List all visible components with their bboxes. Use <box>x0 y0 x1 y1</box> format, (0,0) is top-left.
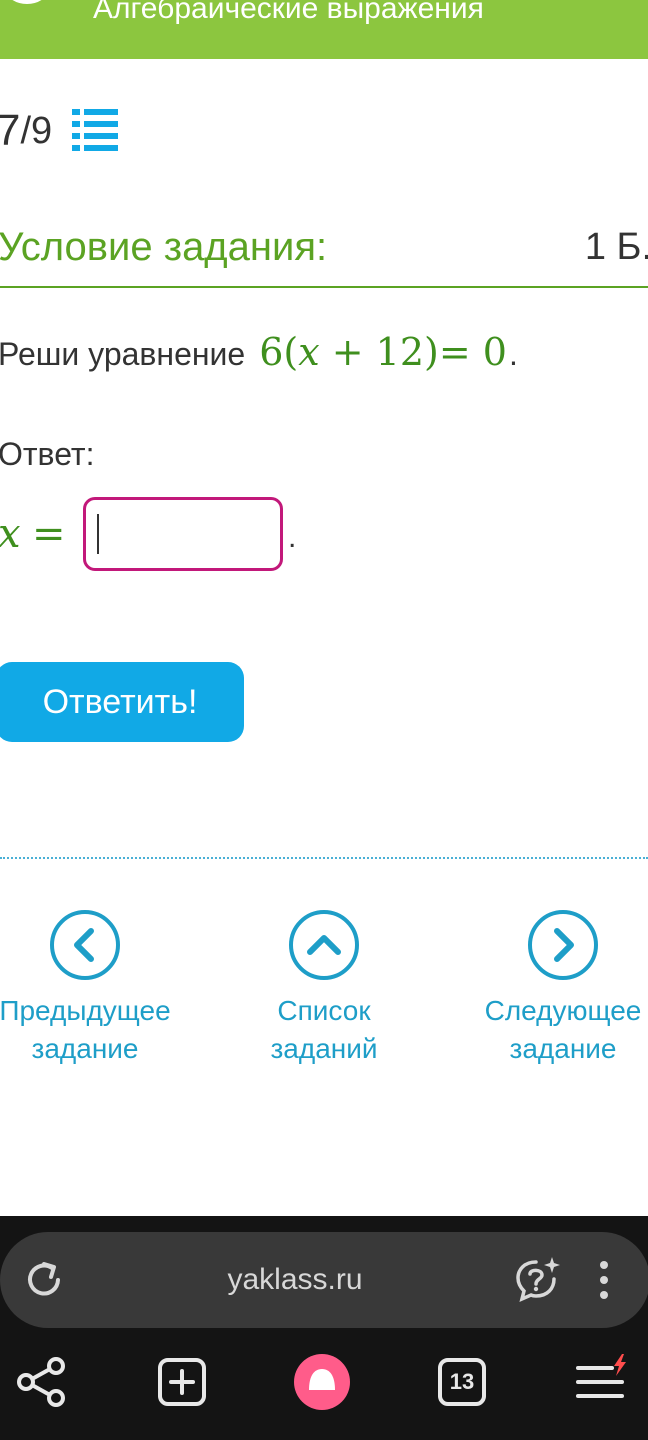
new-tab-icon[interactable] <box>154 1354 210 1410</box>
share-icon[interactable] <box>14 1354 70 1410</box>
previous-task-link[interactable]: Предыдущее задание <box>0 908 185 1068</box>
task-list-icon[interactable] <box>72 109 119 153</box>
check-circle-icon <box>12 0 42 4</box>
alice-home-icon[interactable] <box>292 1352 352 1412</box>
url-text[interactable]: yaklass.ru <box>0 1260 590 1300</box>
equation-equals: = <box>438 330 483 374</box>
problem-period: . <box>508 336 518 372</box>
equation-var: x <box>298 330 320 374</box>
answer-row: x = . <box>0 496 398 572</box>
task-progress: 7 /9 <box>0 104 119 158</box>
equation-coef: 6 <box>259 330 284 374</box>
task-points: 1 Б. <box>584 226 648 268</box>
chevron-left-circle-icon <box>50 910 120 980</box>
equation-plus: + <box>319 330 376 374</box>
prev-line1: Предыдущее <box>0 995 171 1026</box>
submit-answer-button[interactable]: Ответить! <box>0 662 244 742</box>
answer-input[interactable] <box>83 497 283 571</box>
task-condition-header: Условие задания: 1 Б. <box>0 222 648 288</box>
answer-equals: = <box>32 511 66 557</box>
top-header: Алгебраические выражения <box>0 0 648 59</box>
list-line2: заданий <box>270 1033 378 1064</box>
chevron-right-circle-icon <box>528 910 598 980</box>
text-caret <box>97 514 99 554</box>
prev-line2: задание <box>31 1033 139 1064</box>
problem-statement: Реши уравнение 6(x + 12)= 0. <box>0 326 518 380</box>
tabs-count[interactable]: 13 <box>434 1354 490 1410</box>
next-task-link[interactable]: Следующее задание <box>463 908 648 1068</box>
menu-icon[interactable] <box>572 1354 628 1410</box>
condition-label: Условие задания: <box>0 225 328 269</box>
progress-current: 7 <box>0 106 21 155</box>
problem-prompt: Реши уравнение <box>0 336 246 372</box>
next-line1: Следующее <box>484 995 642 1026</box>
assistant-icon[interactable] <box>512 1254 562 1304</box>
equation: 6(x + 12)= 0 <box>259 330 507 374</box>
address-bar[interactable]: yaklass.ru <box>0 1232 648 1328</box>
dotted-divider <box>0 857 648 859</box>
topic-title: Алгебраические выражения <box>93 0 484 25</box>
equation-const: 12 <box>375 330 425 374</box>
list-line1: Список <box>277 995 371 1026</box>
answer-var: x <box>0 511 21 557</box>
equation-open-paren: ( <box>283 330 299 374</box>
chevron-up-circle-icon <box>289 910 359 980</box>
more-vertical-icon[interactable] <box>590 1258 618 1302</box>
browser-bottom-bar: yaklass.ru 13 <box>0 1216 648 1440</box>
task-list-link[interactable]: Список заданий <box>224 908 424 1068</box>
answer-label: Ответ: <box>0 436 95 472</box>
next-line2: задание <box>509 1033 617 1064</box>
progress-total: /9 <box>20 110 53 152</box>
equation-rhs: 0 <box>482 330 507 374</box>
answer-trailing-period: . <box>288 521 297 554</box>
equation-close-paren: ) <box>424 330 439 374</box>
